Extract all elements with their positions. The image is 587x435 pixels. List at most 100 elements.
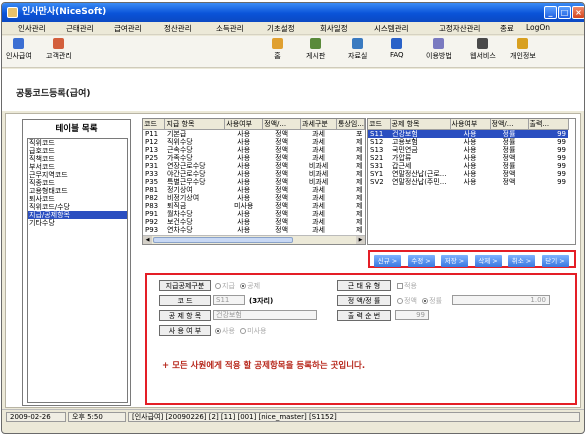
- menu-item[interactable]: 기초설정: [267, 23, 295, 34]
- table-row[interactable]: P92 보건수당 사용 정액 과세 제: [143, 218, 365, 226]
- table-cell: 정기상여: [166, 186, 193, 194]
- radio-deduct[interactable]: [240, 283, 247, 289]
- close-button[interactable]: ×: [572, 6, 584, 19]
- table-list-item[interactable]: 고용형태코드: [28, 187, 127, 195]
- table-list-item[interactable]: 근무지역코드: [28, 171, 127, 179]
- table-row[interactable]: P83 퇴직금 미사용 정액 과세 제: [143, 202, 365, 210]
- toolbar-button[interactable]: 홈: [272, 38, 283, 66]
- action-button[interactable]: 취소 >: [508, 255, 535, 267]
- table-cell: 99: [557, 146, 566, 154]
- table-list-item[interactable]: 부서코드: [28, 163, 127, 171]
- table-list-item[interactable]: 급호코드: [28, 147, 127, 155]
- radio-unuse[interactable]: [240, 328, 247, 334]
- table-row[interactable]: S21 가압류 사용 정액 99: [368, 154, 568, 162]
- table-row[interactable]: P11 기본급 사용 정액 과세 포: [143, 130, 365, 139]
- action-button[interactable]: 신규 >: [374, 255, 401, 267]
- work-type-checkbox[interactable]: [397, 283, 403, 289]
- table-list-item[interactable]: 지급/공제항목: [28, 211, 127, 219]
- menu-item[interactable]: 인사관리: [18, 23, 46, 34]
- table-list-item[interactable]: 직책코드: [28, 155, 127, 163]
- table-list-item[interactable]: 직위코드: [28, 139, 127, 147]
- table-list-item[interactable]: 기타수당: [28, 219, 127, 227]
- rate-input[interactable]: 1.00: [452, 295, 550, 305]
- pay-deduct-radio-group[interactable]: 지급 공제: [215, 281, 260, 291]
- column-header[interactable]: 정액/...: [262, 119, 302, 130]
- action-button[interactable]: 삭제 >: [474, 255, 502, 267]
- web-service-icon: [477, 38, 489, 49]
- table-row[interactable]: P91 월차수당 사용 정액 과세 제: [143, 210, 365, 218]
- table-row[interactable]: S31 갑근세 사용 정률 99: [368, 162, 568, 170]
- menu-item[interactable]: LogOn: [526, 23, 550, 32]
- table-row[interactable]: S13 국민연금 사용 정률 99: [368, 146, 568, 154]
- toolbar-button[interactable]: 고객관리: [46, 38, 72, 66]
- menu-item[interactable]: 종료: [500, 23, 514, 34]
- table-list-item[interactable]: 직종코드: [28, 179, 127, 187]
- column-header[interactable]: 사용여부: [224, 119, 264, 130]
- use-radio-group[interactable]: 사용 미사용: [215, 326, 266, 336]
- table-row[interactable]: P35 특별근무수당 사용 정액 비과세 제: [143, 178, 365, 186]
- table-list-item[interactable]: 퇴사코드: [28, 195, 127, 203]
- work-type-check[interactable]: 적용: [397, 281, 417, 291]
- table-row[interactable]: P93 연차수당 사용 정액 과세 제: [143, 226, 365, 234]
- table-list[interactable]: 직위코드 급호코드 직책코드 부서코드 근무지역코드 직종코드 고용형태코드 퇴사코드 직위코드…: [27, 138, 128, 403]
- table-cell: P25: [145, 154, 159, 162]
- menu-item[interactable]: 고정자산관리: [439, 23, 480, 34]
- menu-item[interactable]: 회사일정: [320, 23, 348, 34]
- maximize-button[interactable]: □: [558, 6, 571, 19]
- table-row[interactable]: S12 고용보험 사용 정률 99: [368, 138, 568, 146]
- menu-item[interactable]: 소득관리: [216, 23, 244, 34]
- column-header[interactable]: 사용여부: [450, 119, 491, 130]
- table-row[interactable]: P25 가족수당 사용 정액 과세 제: [143, 154, 365, 162]
- column-header[interactable]: 과세구분: [300, 119, 337, 130]
- payment-items-grid[interactable]: 코드 지급 항목 사용여부 정액/... 과세구분 통상임... P11 기본급 사용 정액 과세 포…: [142, 118, 366, 245]
- column-header[interactable]: 출력...: [528, 119, 569, 130]
- table-row[interactable]: P13 근속수당 사용 정액 과세 제: [143, 146, 365, 154]
- action-button[interactable]: 저장 >: [441, 255, 468, 267]
- minimize-button[interactable]: _: [544, 6, 557, 19]
- radio-rate[interactable]: [422, 298, 429, 304]
- toolbar-button[interactable]: 자료실: [348, 38, 367, 66]
- code-input[interactable]: S11: [213, 295, 245, 305]
- scroll-thumb[interactable]: [153, 237, 293, 243]
- print-order-input[interactable]: 99: [395, 310, 429, 320]
- menu-item[interactable]: 시스템관리: [374, 23, 409, 34]
- action-button[interactable]: 수정 >: [407, 255, 435, 267]
- table-row[interactable]: P82 비정기상여 사용 정액 과세 제: [143, 194, 365, 202]
- payment-grid-scrollbar[interactable]: ◀ ▶: [143, 235, 365, 244]
- menu-bar: 인사관리 근태관리 급여관리 정산관리 소득관리 기초설정 회사일정 시스템관리 고정자산관리 종…: [2, 22, 584, 35]
- table-row[interactable]: P12 직위수당 사용 정액 과세 제: [143, 138, 365, 146]
- table-cell: 건강보험: [390, 129, 450, 138]
- toolbar-button[interactable]: FAQ: [390, 38, 404, 66]
- radio-pay[interactable]: [215, 283, 221, 289]
- deduction-items-grid[interactable]: 코드 공제 항목 사용여부 정액/... 출력... S11 건강보험 사용 정률 99 S12 고용…: [367, 118, 576, 245]
- scroll-left-icon[interactable]: ◀: [143, 236, 152, 244]
- column-header[interactable]: 코드: [368, 119, 391, 130]
- toolbar-button[interactable]: 이용방법: [426, 38, 452, 66]
- column-header[interactable]: 통상임...: [336, 119, 365, 130]
- table-row[interactable]: S11 건강보험 사용 정률 99: [368, 129, 568, 138]
- radio-fixed[interactable]: [397, 298, 403, 304]
- menu-item[interactable]: 정산관리: [164, 23, 192, 34]
- table-list-item[interactable]: 직위코드/수당: [28, 203, 127, 211]
- table-row[interactable]: P31 연장근로수당 사용 정액 비과세 제: [143, 162, 365, 170]
- toolbar-button[interactable]: 게시판: [306, 38, 325, 66]
- deduct-item-input[interactable]: 건강보험: [213, 310, 317, 320]
- menu-item[interactable]: 급여관리: [114, 23, 142, 34]
- table-row[interactable]: P81 정기상여 사용 정액 과세 제: [143, 186, 365, 194]
- column-header[interactable]: 공제 항목: [390, 119, 451, 130]
- toolbar-button[interactable]: 웹서비스: [470, 38, 496, 66]
- scroll-right-icon[interactable]: ▶: [356, 236, 365, 244]
- toolbar-button[interactable]: 개인정보: [510, 38, 536, 66]
- action-button[interactable]: 닫기 >: [541, 255, 569, 267]
- table-row[interactable]: P33 야간근로수당 사용 정액 비과세 제: [143, 170, 365, 178]
- fixed-rate-radio-group[interactable]: 정액 정률: [397, 296, 442, 306]
- table-row[interactable]: SV2 연말정산납(주민... 사용 정액 99: [368, 178, 568, 186]
- column-header[interactable]: 정액/...: [490, 119, 529, 130]
- table-row[interactable]: SY1 연말정산납(근로... 사용 정액 99: [368, 170, 568, 178]
- menu-item[interactable]: 근태관리: [66, 23, 94, 34]
- table-cell: 기본급: [166, 130, 187, 138]
- column-header[interactable]: 코드: [143, 119, 166, 130]
- toolbar-button[interactable]: 인사급여: [6, 38, 32, 66]
- column-header[interactable]: 지급 항목: [164, 119, 226, 130]
- radio-use[interactable]: [215, 328, 221, 334]
